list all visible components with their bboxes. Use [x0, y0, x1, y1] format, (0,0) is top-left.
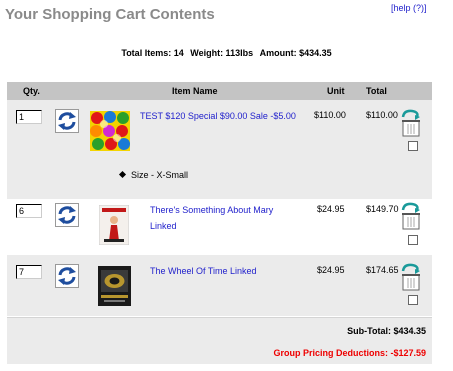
- total-items: Total Items: 14: [121, 48, 184, 58]
- bullet-icon: [118, 170, 127, 179]
- line-total: $174.65: [366, 265, 399, 275]
- unit-price: $24.95: [317, 265, 345, 275]
- update-quantity-button[interactable]: [55, 109, 79, 133]
- unit-price: $24.95: [317, 204, 345, 214]
- update-quantity-button[interactable]: [55, 203, 79, 227]
- product-name-link[interactable]: TEST $120 Special $90.00 Sale -$5.00: [140, 108, 300, 124]
- line-total: $110.00: [366, 110, 398, 120]
- product-name-link[interactable]: There's Something About Mary Linked: [150, 202, 300, 234]
- group-pricing-deduction: Group Pricing Deductions: -$127.59: [273, 348, 426, 358]
- line-total: $149.70: [366, 204, 399, 214]
- header-unit: Unit: [327, 86, 345, 96]
- attribute-text: Size - X-Small: [131, 170, 189, 180]
- trash-can-icon: [401, 202, 420, 230]
- product-thumbnail[interactable]: [98, 266, 131, 306]
- header-qty: Qty.: [23, 86, 40, 96]
- colorful-buttons-image: [90, 111, 130, 151]
- remove-item-button[interactable]: [400, 108, 422, 138]
- refresh-arrows-icon: [55, 264, 79, 288]
- trash-can-icon: [401, 109, 420, 137]
- trash-can-icon: [401, 263, 420, 291]
- box-set-image: [98, 266, 131, 306]
- movie-poster-image: [98, 204, 130, 246]
- unit-price: $110.00: [314, 110, 346, 120]
- remove-checkbox[interactable]: [408, 235, 418, 245]
- quantity-input[interactable]: [16, 265, 42, 279]
- table-row: TEST $120 Special $90.00 Sale -$5.00 $11…: [7, 100, 432, 199]
- quantity-input[interactable]: [16, 204, 42, 218]
- cart-table-header: Qty. Item Name Unit Total: [7, 82, 432, 100]
- table-row: The Wheel Of Time Linked $24.95 $174.65: [7, 255, 432, 316]
- update-quantity-button[interactable]: [55, 264, 79, 288]
- product-thumbnail[interactable]: [98, 204, 130, 246]
- product-thumbnail[interactable]: [90, 111, 130, 151]
- refresh-arrows-icon: [55, 203, 79, 227]
- help-link[interactable]: [help (?)]: [391, 3, 427, 13]
- subtotal: Sub-Total: $434.35: [347, 326, 426, 336]
- remove-checkbox[interactable]: [408, 295, 418, 305]
- remove-item-button[interactable]: [400, 262, 422, 292]
- header-total: Total: [366, 86, 387, 96]
- quantity-input[interactable]: [16, 110, 42, 124]
- refresh-arrows-icon: [55, 109, 79, 133]
- cart-summary: Total Items: 14 Weight: 113lbs Amount: $…: [0, 48, 453, 58]
- remove-checkbox[interactable]: [408, 141, 418, 151]
- total-amount: Amount: $434.35: [259, 48, 332, 58]
- product-attribute: Size - X-Small: [118, 170, 189, 180]
- total-weight: Weight: 113lbs: [190, 48, 254, 58]
- header-item-name: Item Name: [172, 86, 218, 96]
- remove-item-button[interactable]: [400, 201, 422, 231]
- page-title: Your Shopping Cart Contents: [5, 6, 215, 23]
- table-row: There's Something About Mary Linked $24.…: [7, 199, 432, 255]
- product-name-link[interactable]: The Wheel Of Time Linked: [150, 263, 300, 279]
